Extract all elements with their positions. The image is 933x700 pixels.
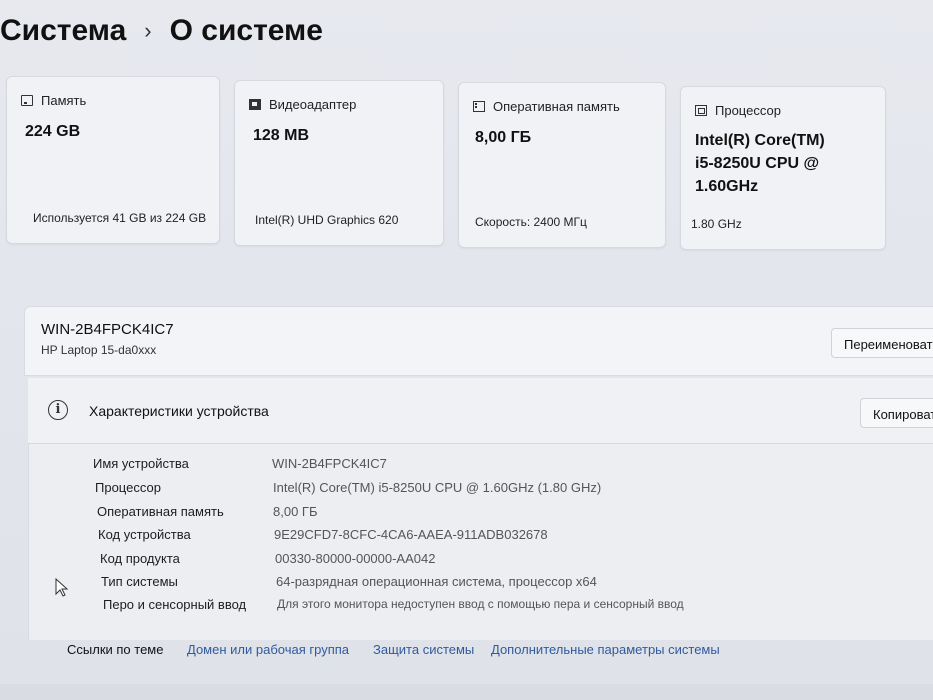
card-title: Процессор xyxy=(715,103,781,118)
info-icon xyxy=(48,400,68,420)
card-title: Память xyxy=(41,93,87,108)
gpu-icon xyxy=(249,99,261,110)
device-panel: WIN-2B4FPCK4IC7 HP Laptop 15-da0xxx xyxy=(24,306,933,376)
cpu-card[interactable]: Процессор Intel(R) Core(TM) i5-8250U CPU… xyxy=(680,86,886,250)
ram-card[interactable]: Оперативная память 8,00 ГБ Скорость: 240… xyxy=(458,82,666,248)
spec-value: Для этого монитора недоступен ввод с пом… xyxy=(277,597,684,611)
device-model: HP Laptop 15-da0xxx xyxy=(41,343,157,357)
copy-button[interactable]: Копировать xyxy=(860,398,933,428)
device-name: WIN-2B4FPCK4IC7 xyxy=(41,321,174,338)
card-value: 224 GB xyxy=(25,123,81,140)
spec-value: Intel(R) Core(TM) i5-8250U CPU @ 1.60GHz… xyxy=(273,480,602,495)
related-links-label: Ссылки по теме xyxy=(67,642,164,657)
card-value: Intel(R) Core(TM) i5-8250U CPU @ 1.60GHz xyxy=(695,132,825,195)
card-value: 128 MB xyxy=(253,127,310,144)
advanced-system-settings-link[interactable]: Дополнительные параметры системы xyxy=(491,642,720,657)
page-title: О системе xyxy=(169,14,323,47)
specs-title: Характеристики устройства xyxy=(89,403,269,419)
taskbar-edge xyxy=(0,684,933,700)
spec-label: Имя устройства xyxy=(93,456,189,471)
breadcrumb-parent[interactable]: Система xyxy=(0,14,126,48)
spec-label: Оперативная память xyxy=(97,504,224,519)
card-sub: Intel(R) UHD Graphics 620 xyxy=(255,213,399,227)
card-title: Видеоадаптер xyxy=(269,97,357,112)
rename-button[interactable]: Переименовать xyxy=(831,328,933,358)
mouse-cursor-icon xyxy=(55,578,69,597)
card-title: Оперативная память xyxy=(493,99,620,114)
card-value: 8,00 ГБ xyxy=(475,129,532,146)
cpu-icon xyxy=(695,105,707,116)
card-sub: Используется 41 GB из 224 GB xyxy=(33,211,207,225)
spec-label: Код устройства xyxy=(98,527,191,542)
domain-workgroup-link[interactable]: Домен или рабочая группа xyxy=(187,642,349,657)
breadcrumb: Система › О системе xyxy=(0,14,323,48)
spec-value: 00330-80000-00000-AA042 xyxy=(275,551,436,566)
ram-icon xyxy=(473,101,485,112)
spec-value: WIN-2B4FPCK4IC7 xyxy=(272,456,387,471)
card-sub: Скорость: 2400 МГц xyxy=(475,215,587,229)
chevron-right-icon: › xyxy=(144,18,152,43)
spec-label: Тип системы xyxy=(101,574,178,589)
storage-card[interactable]: Память 224 GB Используется 41 GB из 224 … xyxy=(6,76,220,244)
drive-icon xyxy=(21,95,33,106)
spec-label: Перо и сенсорный ввод xyxy=(103,597,247,612)
spec-value: 64-разрядная операционная система, проце… xyxy=(276,574,597,589)
system-protection-link[interactable]: Защита системы xyxy=(373,642,474,657)
spec-label: Код продукта xyxy=(100,551,180,566)
gpu-card[interactable]: Видеоадаптер 128 MB Intel(R) UHD Graphic… xyxy=(234,80,444,246)
spec-value: 8,00 ГБ xyxy=(273,504,318,519)
spec-label: Процессор xyxy=(95,480,161,495)
card-sub: 1.80 GHz xyxy=(691,217,742,231)
spec-value: 9E29CFD7-8CFC-4CA6-AAEA-911ADB032678 xyxy=(274,527,548,542)
